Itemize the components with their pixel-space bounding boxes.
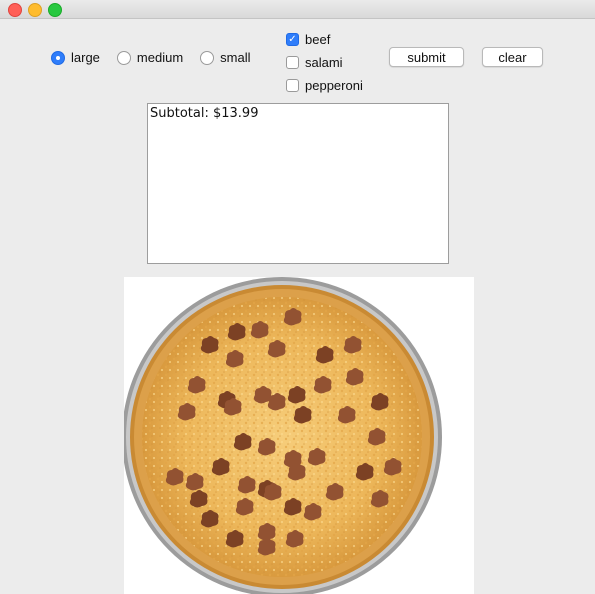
radio-small[interactable]: small xyxy=(200,50,251,65)
radio-large-label: large xyxy=(71,50,100,65)
checkmark-icon[interactable]: ✓ xyxy=(286,33,299,46)
window-titlebar xyxy=(0,0,595,19)
radio-medium-label: medium xyxy=(136,50,184,65)
checkbox-beef[interactable]: ✓ beef xyxy=(286,28,363,51)
checkbox-pepperoni-box[interactable] xyxy=(286,79,299,92)
zoom-window-button[interactable] xyxy=(48,3,62,17)
radio-large-indicator[interactable] xyxy=(51,50,65,65)
close-window-button[interactable] xyxy=(8,3,22,17)
minimize-window-button[interactable] xyxy=(28,3,42,17)
size-radio-group: large medium small xyxy=(51,50,268,65)
radio-small-label: small xyxy=(220,50,251,65)
checkbox-salami-box[interactable] xyxy=(286,56,299,69)
submit-button[interactable]: submit xyxy=(389,47,464,67)
checkbox-salami[interactable]: salami xyxy=(286,51,363,74)
radio-medium-indicator[interactable] xyxy=(116,50,131,65)
radio-medium[interactable]: medium xyxy=(116,50,184,65)
checkbox-pepperoni-label: pepperoni xyxy=(305,78,363,93)
checkbox-beef-label: beef xyxy=(305,32,331,47)
subtotal-text-area[interactable]: Subtotal: $13.99 xyxy=(147,103,449,264)
checkbox-salami-label: salami xyxy=(305,55,343,70)
subtotal-text: Subtotal: $13.99 xyxy=(150,106,259,121)
clear-button[interactable]: clear xyxy=(482,47,543,67)
radio-large[interactable]: large xyxy=(51,50,100,65)
toppings-checkbox-group: ✓ beef salami pepperoni xyxy=(286,28,363,97)
radio-small-indicator[interactable] xyxy=(200,50,215,65)
pizza-image xyxy=(124,277,442,594)
checkbox-pepperoni[interactable]: pepperoni xyxy=(286,74,363,97)
pizza-preview xyxy=(124,277,474,594)
